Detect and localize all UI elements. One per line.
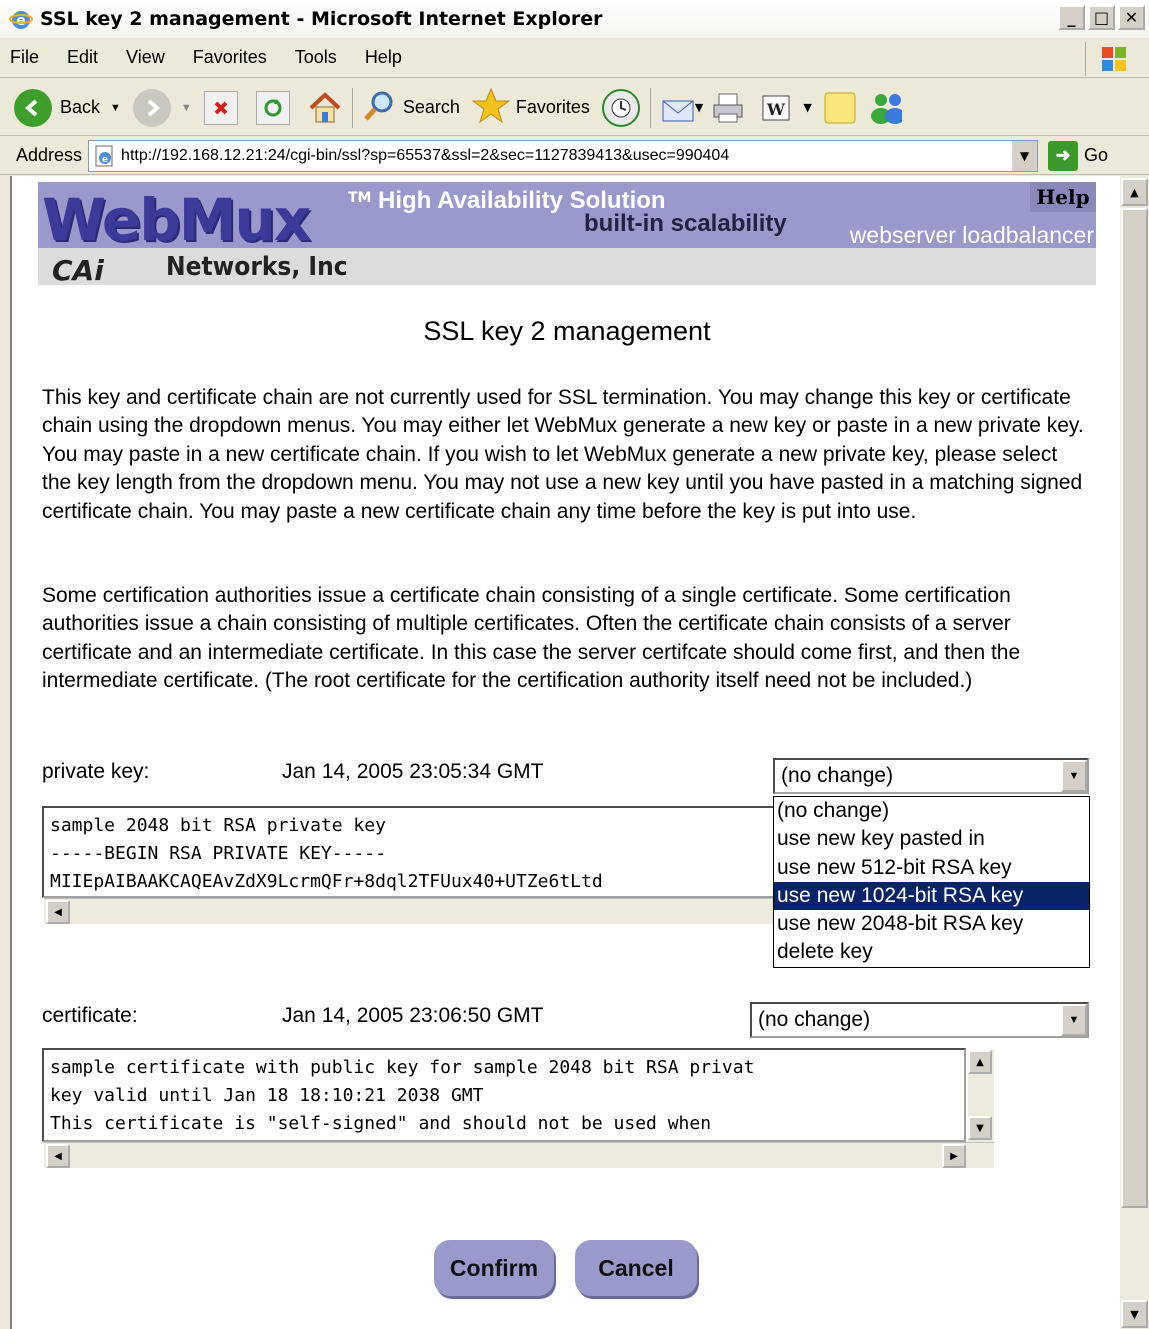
certificate-select[interactable]: (no change) ▼ [750,1002,1089,1038]
certificate-select-value: (no change) [758,1008,871,1031]
address-dropdown-icon[interactable]: ▼ [1011,140,1038,171]
go-arrow-icon: ➜ [1048,140,1079,171]
certificate-label: certificate: [42,1004,138,1027]
menu-view[interactable]: View [126,47,165,68]
window-title: SSL key 2 management - Microsoft Interne… [40,8,603,30]
back-button[interactable]: Back ▼ [14,88,121,127]
edit-icon[interactable]: W [759,91,793,125]
certificate-hscroll[interactable]: ◀ ▶ [44,1142,994,1168]
scroll-left-icon[interactable]: ◀ [46,1144,70,1168]
address-input[interactable]: e http://192.168.12.21:24/cgi-bin/ssl?sp… [88,139,1039,172]
certificate-textarea[interactable]: sample certificate with public key for s… [42,1048,966,1142]
private-key-select-value: (no change) [781,764,894,787]
title-bar: e SSL key 2 management - Microsoft Inter… [0,0,1149,38]
go-label: Go [1084,145,1109,165]
close-button[interactable]: ✕ [1118,5,1145,30]
scroll-down-icon[interactable]: ▼ [968,1116,992,1140]
help-button[interactable]: Help [1030,182,1096,212]
maximize-button[interactable]: □ [1088,5,1115,30]
scroll-down-icon[interactable]: ▼ [1121,1300,1148,1328]
option-new-key-pasted[interactable]: use new key pasted in [774,825,1089,853]
page-vscroll[interactable]: ▲ ▼ [1120,176,1149,1329]
trademark: TM [348,190,372,206]
certificate-vscroll[interactable]: ▲ ▼ [968,1050,994,1142]
star-icon [471,87,511,128]
webmux-banner: WebMux TM High Availability Solution bui… [38,182,1096,287]
menu-file[interactable]: File [10,47,39,68]
private-key-label: private key: [42,760,150,783]
scroll-up-icon[interactable]: ▲ [1121,178,1148,206]
svg-text:W: W [766,100,786,119]
mail-icon[interactable] [661,91,695,125]
address-label: Address [16,145,83,165]
search-label: Search [402,97,460,117]
scroll-right-icon[interactable]: ▶ [942,1144,966,1168]
private-key-textarea[interactable]: sample 2048 bit RSA private key -----BEG… [42,806,782,898]
cai-logo: CAi [52,254,104,287]
certificate-date: Jan 14, 2005 23:06:50 GMT [282,1004,544,1027]
address-url: http://192.168.12.21:24/cgi-bin/ssl?sp=6… [121,146,730,164]
home-icon[interactable] [308,91,342,125]
menu-favorites[interactable]: Favorites [193,47,267,68]
messenger-icon[interactable] [868,91,902,125]
cancel-button[interactable]: Cancel [575,1240,697,1296]
search-button[interactable]: Search [363,88,460,127]
minimize-button[interactable]: _ [1058,5,1085,30]
menu-bar: File Edit View Favorites Tools Help [0,38,1149,78]
favorites-label: Favorites [515,97,590,117]
print-icon[interactable] [711,91,745,125]
refresh-icon[interactable] [255,90,290,125]
option-2048-bit[interactable]: use new 2048-bit RSA key [774,910,1089,938]
page-viewport: WebMux TM High Availability Solution bui… [10,176,1120,1329]
chevron-down-icon[interactable]: ▼ [1061,760,1087,792]
address-bar: Address e http://192.168.12.21:24/cgi-bi… [0,137,1149,175]
page-title: SSL key 2 management [423,316,711,346]
menu-tools[interactable]: Tools [295,47,337,68]
option-delete-key[interactable]: delete key [774,938,1089,966]
private-key-hscroll[interactable]: ◀ [44,898,780,924]
forward-button[interactable]: ▼ [132,88,192,127]
back-arrow-icon [14,88,52,127]
ie-icon: e [8,6,34,32]
stop-icon[interactable] [203,90,238,125]
back-dropdown-icon[interactable]: ▼ [110,102,121,114]
confirm-button[interactable]: Confirm [434,1240,554,1296]
option-no-change[interactable]: (no change) [774,797,1089,825]
chain-paragraph: Some certification authorities issue a c… [42,584,1021,693]
toolbar: Back ▼ ▼ Search Favorites ▼ W ▼ [0,80,1149,136]
svg-text:e: e [102,155,108,165]
scroll-up-icon[interactable]: ▲ [968,1050,992,1074]
favorites-button[interactable]: Favorites [471,87,590,128]
company-name: Networks, Inc [166,252,348,282]
tagline-loadbalancer: webserver loadbalancer [849,222,1094,248]
search-icon [363,88,397,127]
webmux-logo: WebMux [42,186,311,254]
menu-help[interactable]: Help [365,47,402,68]
forward-dropdown-icon[interactable]: ▼ [181,102,192,114]
scroll-left-icon[interactable]: ◀ [46,900,70,924]
chevron-down-icon[interactable]: ▼ [1061,1004,1087,1036]
windows-logo-icon [1085,42,1141,76]
scroll-thumb[interactable] [1121,208,1148,1208]
history-icon[interactable] [601,88,640,127]
tagline-scalability: built-in scalability [584,210,787,237]
option-512-bit[interactable]: use new 512-bit RSA key [774,854,1089,882]
back-label: Back [60,97,101,117]
go-button[interactable]: ➜ Go [1048,140,1109,171]
private-key-select[interactable]: (no change) ▼ [773,758,1089,794]
forward-arrow-icon [132,88,171,127]
mail-dropdown-icon[interactable]: ▼ [695,101,703,114]
discuss-icon[interactable] [822,91,856,125]
private-key-options: (no change) use new key pasted in use ne… [773,796,1090,968]
option-1024-bit[interactable]: use new 1024-bit RSA key [774,881,1089,911]
page-icon: e [93,144,117,168]
edit-dropdown-icon[interactable]: ▼ [803,101,811,114]
private-key-date: Jan 14, 2005 23:05:34 GMT [282,760,544,783]
menu-edit[interactable]: Edit [67,47,98,68]
intro-paragraph: This key and certificate chain are not c… [42,386,1084,523]
